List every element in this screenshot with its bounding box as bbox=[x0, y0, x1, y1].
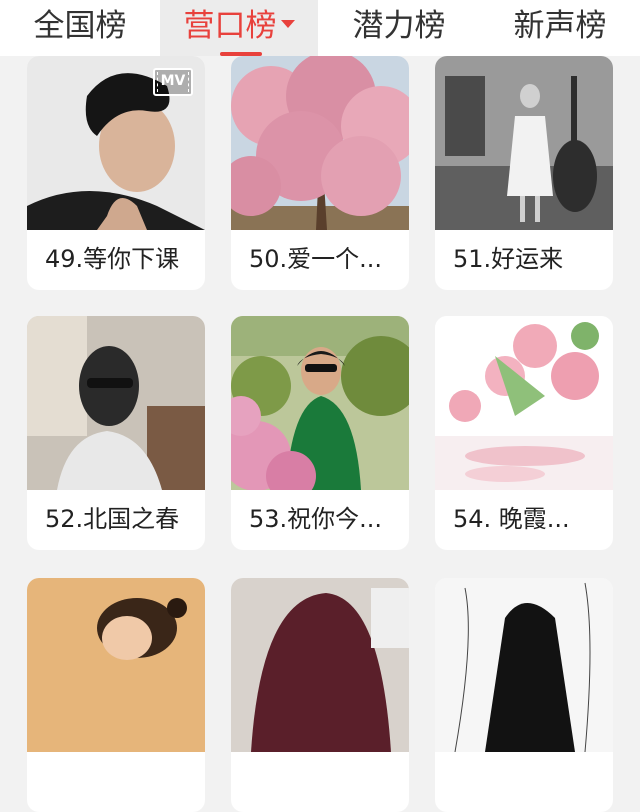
song-title: 49.等你下课 bbox=[45, 245, 180, 273]
song-cover-image bbox=[435, 316, 613, 490]
song-cover-image bbox=[231, 56, 409, 230]
song-title: 53.祝你今... bbox=[249, 505, 383, 533]
dropdown-caret-icon bbox=[280, 19, 295, 28]
song-cover-image bbox=[27, 316, 205, 490]
tab-potential-chart[interactable]: 潜力榜 bbox=[318, 0, 480, 56]
song-cover-image bbox=[435, 578, 613, 752]
tab-national-chart[interactable]: 全国榜 bbox=[0, 0, 160, 56]
song-card[interactable]: 53.祝你今... bbox=[231, 316, 409, 550]
song-card[interactable]: MV 49.等你下课 bbox=[27, 56, 205, 290]
song-cover-image bbox=[435, 56, 613, 230]
tab-new-voice-chart[interactable]: 新声榜 bbox=[480, 0, 640, 56]
song-title: 52.北国之春 bbox=[45, 505, 180, 533]
tab-yingkou-chart[interactable]: 营口榜 bbox=[160, 0, 318, 56]
song-cover-image bbox=[231, 316, 409, 490]
song-title bbox=[435, 752, 613, 812]
song-title bbox=[27, 752, 205, 812]
chart-tab-bar: 全国榜 营口榜 潜力榜 新声榜 bbox=[0, 0, 640, 56]
song-title bbox=[231, 752, 409, 812]
song-title: 51.好运来 bbox=[453, 245, 564, 273]
song-card[interactable]: 51.好运来 bbox=[435, 56, 613, 290]
tab-yingkou-label: 营口榜 bbox=[183, 8, 277, 44]
song-title: 54. 晚霞... bbox=[453, 505, 570, 533]
song-cover-image bbox=[231, 578, 409, 752]
song-cover-image bbox=[27, 578, 205, 752]
song-card[interactable]: 54. 晚霞... bbox=[435, 316, 613, 550]
song-card[interactable]: 50.爱一个... bbox=[231, 56, 409, 290]
mv-badge-icon: MV bbox=[153, 68, 193, 96]
song-card[interactable]: 52.北国之春 bbox=[27, 316, 205, 550]
song-title: 50.爱一个... bbox=[249, 245, 383, 273]
song-card[interactable] bbox=[435, 578, 613, 812]
song-card[interactable] bbox=[231, 578, 409, 812]
song-cover-image: MV bbox=[27, 56, 205, 230]
song-card[interactable] bbox=[27, 578, 205, 812]
